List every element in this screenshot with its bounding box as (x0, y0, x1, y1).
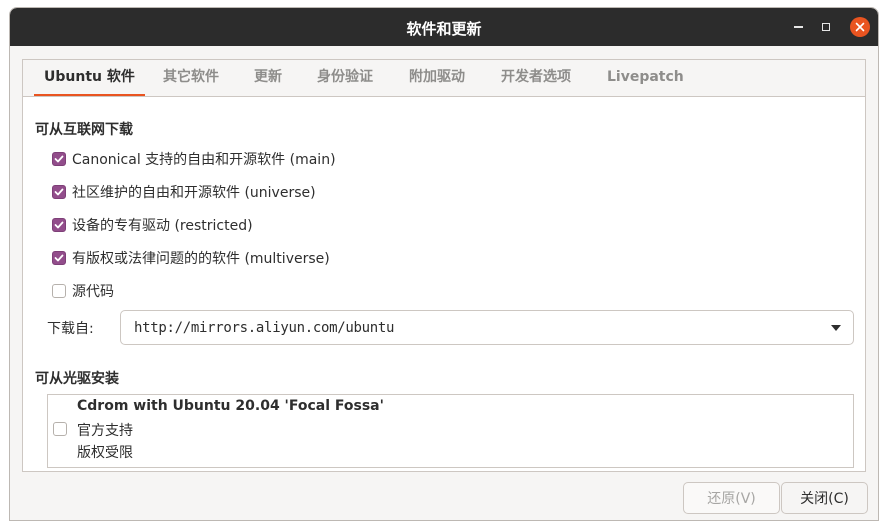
option-main[interactable]: Canonical 支持的自由和开源软件 (main) (52, 148, 336, 170)
option-restricted[interactable]: 设备的专有驱动 (restricted) (52, 214, 253, 236)
tab-updates[interactable]: 更新 (244, 60, 292, 95)
maximize-icon (822, 23, 830, 31)
download-server-value: http://mirrors.aliyun.com/ubuntu (134, 320, 395, 336)
close-icon (855, 22, 865, 32)
cdrom-name: Cdrom with Ubuntu 20.04 'Focal Fossa' (77, 398, 384, 414)
checkbox-universe[interactable] (52, 185, 66, 199)
checkbox-multiverse[interactable] (52, 251, 66, 265)
option-multiverse-label: 有版权或法律问题的的软件 (multiverse) (72, 251, 330, 267)
option-multiverse[interactable]: 有版权或法律问题的的软件 (multiverse) (52, 247, 330, 269)
check-icon (54, 155, 64, 163)
checkbox-restricted[interactable] (52, 218, 66, 232)
checkbox-main[interactable] (52, 152, 66, 166)
option-universe[interactable]: 社区维护的自由和开源软件 (universe) (52, 181, 316, 203)
cdrom-section-title: 可从光驱安装 (35, 371, 119, 387)
tab-developer-options[interactable]: 开发者选项 (491, 60, 581, 95)
option-universe-label: 社区维护的自由和开源软件 (universe) (72, 185, 316, 201)
check-icon (54, 254, 64, 262)
cdrom-list: Cdrom with Ubuntu 20.04 'Focal Fossa' 官方… (47, 394, 854, 468)
cdrom-line-restricted: 版权受限 (77, 445, 133, 461)
tab-other-software[interactable]: 其它软件 (153, 60, 229, 95)
revert-button[interactable]: 还原(V) (683, 482, 780, 514)
option-source-code-label: 源代码 (72, 284, 114, 300)
download-from-label: 下载自: (47, 321, 94, 337)
cdrom-line-official: 官方支持 (77, 423, 133, 439)
titlebar: 软件和更新 (10, 8, 878, 46)
tab-authentication[interactable]: 身份验证 (307, 60, 383, 95)
checkbox-source-code[interactable] (52, 284, 66, 298)
check-icon (54, 221, 64, 229)
window-title: 软件和更新 (406, 20, 482, 38)
minimize-button[interactable] (788, 17, 808, 37)
close-button[interactable]: 关闭(C) (781, 482, 868, 514)
option-source-code[interactable]: 源代码 (52, 280, 114, 302)
maximize-button[interactable] (816, 17, 836, 37)
tab-bar: Ubuntu 软件 其它软件 更新 身份验证 附加驱动 开发者选项 Livepa… (23, 60, 865, 97)
dropdown-arrow-icon (831, 325, 841, 331)
tab-ubuntu-software[interactable]: Ubuntu 软件 (34, 60, 145, 96)
download-server-select[interactable]: http://mirrors.aliyun.com/ubuntu (120, 310, 854, 345)
tab-additional-drivers[interactable]: 附加驱动 (399, 60, 475, 95)
internet-section-title: 可从互联网下载 (35, 122, 133, 138)
tab-livepatch[interactable]: Livepatch (597, 60, 694, 95)
option-main-label: Canonical 支持的自由和开源软件 (main) (72, 152, 336, 168)
tab-notebook: Ubuntu 软件 其它软件 更新 身份验证 附加驱动 开发者选项 Livepa… (22, 59, 866, 472)
software-updates-window: 软件和更新 Ubuntu 软件 其它软件 更新 身份验证 附加驱动 开发者选项 … (9, 7, 879, 521)
option-restricted-label: 设备的专有驱动 (restricted) (72, 218, 253, 234)
close-window-button[interactable] (850, 17, 870, 37)
check-icon (54, 188, 64, 196)
minimize-icon (793, 26, 803, 28)
checkbox-cdrom[interactable] (53, 422, 67, 436)
